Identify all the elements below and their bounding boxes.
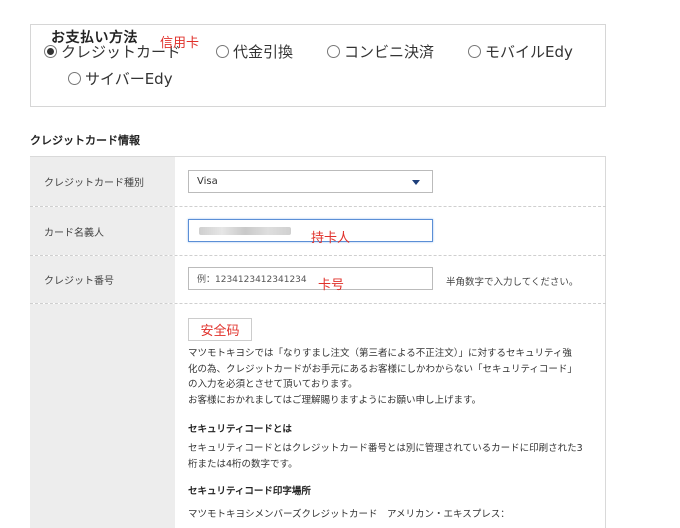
- security-what-text: セキュリティコードとはクレジットカード番号とは別に管理されているカードに印刷され…: [188, 441, 583, 472]
- card-type-cell: Visa: [175, 157, 606, 206]
- text-line: 化の為、クレジットカードがお手元にあるお客様にしかわからない「セキュリティコード…: [188, 363, 577, 375]
- payment-option-mobile-edy[interactable]: モバイルEdy: [468, 41, 573, 62]
- text-line: マツモトキヨシメンバーズクレジットカード アメリカン・エキスプレス：: [188, 509, 510, 520]
- security-intro-text: マツモトキヨシでは「なりすまし注文（第三者による不正注文）」に対するセキュリティ…: [188, 346, 577, 408]
- radio-icon[interactable]: [468, 45, 481, 58]
- card-holder-cell: [175, 207, 606, 255]
- text-line: の入力を必須とさせて頂いております。: [188, 379, 358, 390]
- payment-option-label: 代金引換: [233, 43, 294, 61]
- card-number-input[interactable]: 例：1234123412341234: [188, 267, 433, 290]
- radio-icon[interactable]: [68, 72, 81, 85]
- payment-option-cyber-edy[interactable]: サイバーEdy: [68, 68, 173, 89]
- card-type-value: Visa: [197, 176, 218, 187]
- text-line: セキュリティコードとはクレジットカード番号とは別に管理されているカードに印刷され…: [188, 443, 583, 454]
- dropdown-arrow-icon: [412, 180, 420, 185]
- credit-card-annotation: 信用卡: [160, 36, 200, 51]
- radio-checked-icon[interactable]: [44, 45, 57, 58]
- payment-option-label: コンビニ決済: [344, 43, 435, 61]
- card-number-hint: 半角数字で入力してください。: [446, 277, 579, 288]
- number-annotation: 卡号: [318, 278, 345, 293]
- payment-option-label: サイバーEdy: [85, 70, 173, 88]
- security-code-label: [30, 304, 175, 528]
- payment-option-convenience[interactable]: コンビニ決済: [327, 41, 434, 62]
- security-where-title: セキュリティコード印字場所: [188, 486, 311, 497]
- card-type-row: クレジットカード種別 Visa: [30, 157, 606, 207]
- text-line: マツモトキヨシでは「なりすまし注文（第三者による不正注文）」に対するセキュリティ…: [188, 348, 572, 359]
- holder-annotation: 持卡人: [311, 231, 351, 246]
- card-number-label: クレジット番号: [30, 256, 175, 303]
- card-info-title: クレジットカード情報: [30, 134, 140, 147]
- security-code-row: [30, 304, 606, 528]
- security-code-annotation: 安全码: [188, 318, 252, 341]
- payment-method-panel: お支払い方法: [30, 24, 606, 107]
- payment-option-cod[interactable]: 代金引換: [216, 41, 293, 62]
- radio-icon[interactable]: [216, 45, 229, 58]
- card-type-select[interactable]: Visa: [188, 170, 433, 193]
- text-line: お客様におかれましてはご理解賜りますようにお願い申し上げます。: [188, 394, 482, 406]
- card-holder-label: カード名義人: [30, 207, 175, 255]
- blurred-name: [199, 227, 291, 235]
- text-line: 桁または4桁の数字です。: [188, 458, 298, 470]
- card-number-cell: 例：1234123412341234 半角数字で入力してください。: [175, 256, 606, 303]
- radio-icon[interactable]: [327, 45, 340, 58]
- card-info-form: クレジットカード種別 Visa カード名義人 クレジット番号 例：1234123…: [30, 156, 606, 528]
- security-where-text: マツモトキヨシメンバーズクレジットカード アメリカン・エキスプレス：: [188, 507, 510, 523]
- card-type-label: クレジットカード種別: [30, 157, 175, 206]
- card-number-placeholder: 例：1234123412341234: [197, 275, 307, 285]
- payment-option-label: モバイルEdy: [485, 43, 573, 61]
- security-what-title: セキュリティコードとは: [188, 424, 292, 435]
